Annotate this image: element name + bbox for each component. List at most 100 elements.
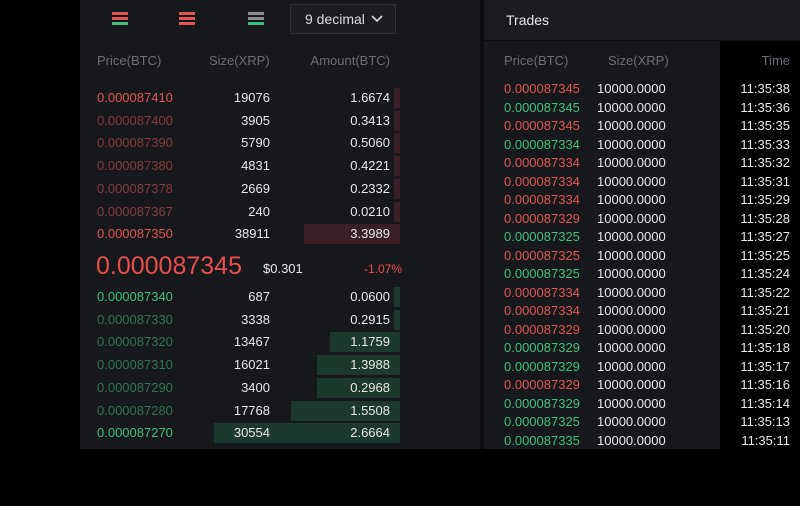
trade-row: 0.000087345 10000.0000 11:35:35	[484, 117, 800, 136]
ask-size: 5790	[241, 135, 270, 151]
trade-price: 0.000087325	[504, 414, 580, 429]
trade-size: 10000.0000	[597, 414, 666, 429]
bid-amount: 1.5508	[350, 402, 390, 418]
trade-size: 10000.0000	[597, 340, 666, 355]
trades-header-size: Size(XRP)	[608, 53, 669, 68]
trade-price: 0.000087329	[504, 377, 580, 392]
ask-size: 240	[248, 203, 270, 219]
trade-size: 10000.0000	[597, 173, 666, 189]
depth-bar	[393, 287, 400, 307]
trade-time: 11:35:24	[740, 266, 790, 281]
trade-size: 10000.0000	[597, 284, 666, 300]
trade-size: 10000.0000	[597, 192, 666, 207]
view-both-icon[interactable]	[112, 12, 128, 25]
trade-price: 0.000087329	[504, 321, 580, 337]
ask-row[interactable]: 0.000087390 5790 0.5060	[80, 133, 400, 154]
trade-size: 10000.0000	[597, 99, 666, 115]
ask-row[interactable]: 0.000087378 2669 0.2332	[80, 178, 400, 199]
trade-time: 11:35:18	[740, 340, 790, 355]
depth-bar	[393, 309, 400, 330]
bid-price: 0.000087270	[97, 425, 173, 441]
trade-row: 0.000087325 10000.0000 11:35:27	[484, 228, 800, 247]
ask-amount: 3.3989	[350, 226, 390, 242]
trade-row: 0.000087334 10000.0000 11:35:32	[484, 154, 800, 173]
trade-row: 0.000087334 10000.0000 11:35:29	[484, 191, 800, 210]
trade-size: 10000.0000	[597, 377, 666, 392]
bid-price: 0.000087340	[97, 289, 173, 304]
ask-price: 0.000087410	[97, 90, 173, 105]
ask-amount: 0.2332	[350, 180, 390, 196]
ask-row[interactable]: 0.000087367 240 0.0210	[80, 201, 400, 222]
decimal-select[interactable]: 9 decimal	[290, 4, 396, 34]
trade-size: 10000.0000	[597, 358, 666, 374]
trade-price: 0.000087334	[504, 192, 580, 207]
bid-row[interactable]: 0.000087280 17768 1.5508	[80, 400, 400, 421]
header-size: Size(XRP)	[209, 53, 270, 68]
trade-time: 11:35:16	[740, 377, 790, 392]
trade-price: 0.000087334	[504, 284, 580, 300]
trade-row: 0.000087325 10000.0000 11:35:13	[484, 413, 800, 432]
trade-row: 0.000087334 10000.0000 11:35:22	[484, 284, 800, 303]
trade-size: 10000.0000	[597, 229, 666, 244]
trade-row: 0.000087334 10000.0000 11:35:33	[484, 136, 800, 155]
trade-row: 0.000087334 10000.0000 11:35:21	[484, 302, 800, 321]
trade-size: 10000.0000	[597, 136, 666, 152]
trade-time: 11:35:27	[740, 229, 790, 244]
ask-size: 4831	[241, 158, 270, 174]
ask-row[interactable]: 0.000087410 19076 1.6674	[80, 88, 400, 108]
trade-time: 11:35:21	[740, 303, 790, 318]
trading-app: 9 decimal Price(BTC) Size(XRP) Amount(BT…	[80, 0, 800, 449]
trade-time: 11:35:20	[740, 321, 790, 337]
bid-price: 0.000087320	[97, 334, 173, 350]
trade-time: 11:35:14	[740, 395, 790, 411]
bid-size: 3400	[241, 379, 270, 395]
trade-row: 0.000087334 10000.0000 11:35:31	[484, 173, 800, 192]
trade-price: 0.000087329	[504, 395, 580, 411]
bid-amount: 1.1759	[350, 334, 390, 350]
trade-price: 0.000087325	[504, 266, 580, 281]
bid-price: 0.000087280	[97, 402, 173, 418]
trades-header: Trades	[484, 0, 800, 41]
trade-time: 11:35:25	[740, 247, 790, 263]
trade-row: 0.000087335 10000.0000 11:35:11	[484, 432, 800, 451]
ask-amount: 0.0210	[350, 203, 390, 219]
ask-size: 19076	[233, 90, 270, 105]
view-bids-icon[interactable]	[248, 12, 264, 25]
mid-price-usd: $0.301	[263, 261, 303, 276]
trade-time: 11:35:35	[740, 118, 790, 133]
ask-price: 0.000087378	[97, 180, 173, 196]
trade-time: 11:35:36	[740, 99, 790, 115]
ask-row[interactable]: 0.000087350 38911 3.3989	[80, 224, 400, 245]
mid-price: 0.000087345	[96, 252, 242, 280]
trade-time: 11:35:17	[740, 358, 790, 374]
view-asks-icon[interactable]	[179, 12, 195, 25]
bid-row[interactable]: 0.000087340 687 0.0600	[80, 287, 400, 307]
trade-time: 11:35:38	[740, 81, 790, 96]
trade-size: 10000.0000	[597, 303, 666, 318]
trade-price: 0.000087334	[504, 155, 580, 170]
depth-bar	[393, 110, 400, 131]
bid-row[interactable]: 0.000087330 3338 0.2915	[80, 309, 400, 330]
trade-price: 0.000087334	[504, 173, 580, 189]
bid-row[interactable]: 0.000087290 3400 0.2968	[80, 377, 400, 398]
bid-row[interactable]: 0.000087320 13467 1.1759	[80, 332, 400, 353]
chevron-down-icon	[371, 15, 383, 23]
trade-size: 10000.0000	[597, 155, 666, 170]
orderbook-panel: 9 decimal Price(BTC) Size(XRP) Amount(BT…	[80, 0, 402, 449]
bid-row[interactable]: 0.000087310 16021 1.3988	[80, 355, 400, 376]
mid-price-row: 0.000087345 $0.301 -1.07%	[80, 252, 402, 282]
trade-size: 10000.0000	[597, 210, 666, 226]
trades-panel: Trades Price(BTC) Size(XRP) Time 0.00008…	[484, 0, 800, 449]
ask-row[interactable]: 0.000087380 4831 0.4221	[80, 156, 400, 177]
bid-size: 13467	[233, 334, 270, 350]
bid-size: 17768	[233, 402, 270, 418]
trade-size: 10000.0000	[597, 321, 666, 337]
trade-time: 11:35:33	[740, 136, 790, 152]
trade-size: 10000.0000	[597, 266, 666, 281]
ask-size: 3905	[241, 112, 270, 128]
bid-row[interactable]: 0.000087270 30554 2.6664	[80, 423, 400, 444]
trade-size: 10000.0000	[597, 432, 666, 448]
ask-row[interactable]: 0.000087400 3905 0.3413	[80, 110, 400, 131]
trade-size: 10000.0000	[597, 395, 666, 411]
trade-row: 0.000087329 10000.0000 11:35:14	[484, 395, 800, 414]
